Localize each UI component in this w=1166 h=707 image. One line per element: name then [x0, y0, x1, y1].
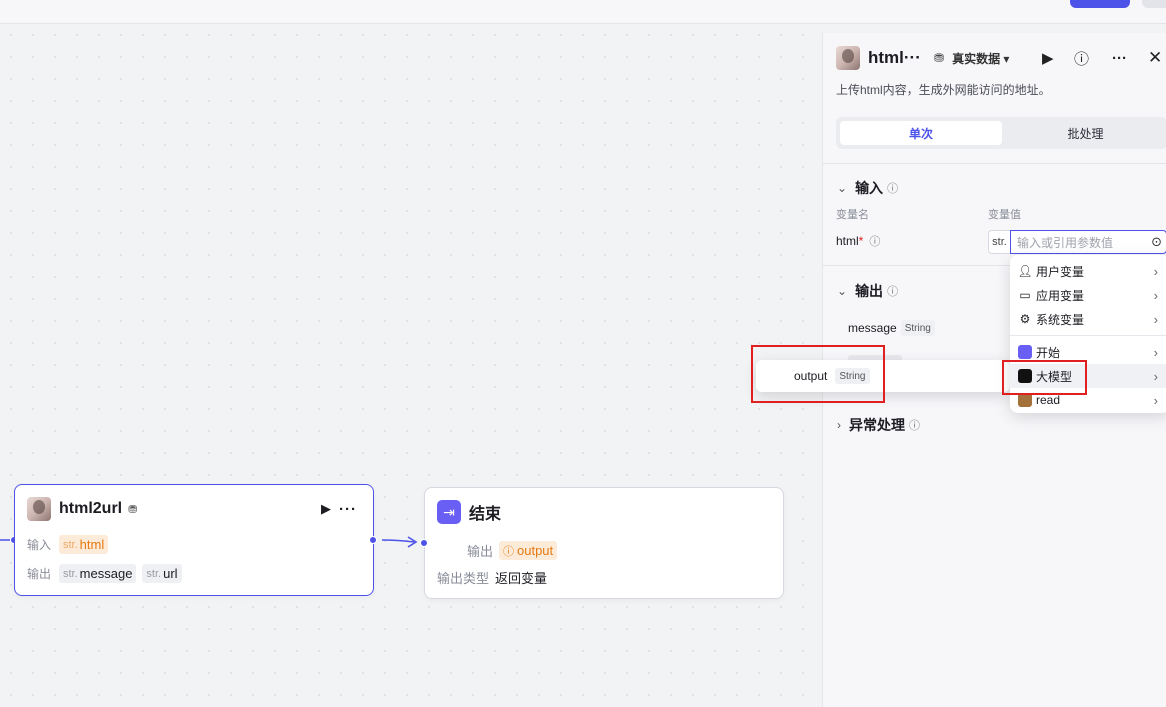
help-icon[interactable]: ⓘ: [1074, 48, 1089, 69]
end-input-port[interactable]: [420, 539, 428, 547]
param-value-input[interactable]: 输入或引用参数值 ⊙: [1010, 230, 1166, 254]
highlight-box-llm: [1002, 360, 1087, 395]
output-section-header[interactable]: ⌄ 输出 ⓘ: [837, 281, 898, 301]
plugin-avatar: [836, 46, 860, 70]
chevron-right-icon: ›: [1153, 368, 1158, 384]
chevron-down-icon: ⌄: [837, 284, 848, 298]
info-icon: ⓘ: [909, 420, 920, 432]
data-mode-select[interactable]: 真实数据 ▾: [952, 50, 1009, 67]
workflow-canvas[interactable]: [0, 24, 822, 707]
node-title: 结束: [469, 506, 502, 523]
end-node[interactable]: ⇥ 结束 输出 ⓘ output 输出类型 返回变量: [424, 487, 784, 599]
chevron-down-icon: ⌄: [837, 181, 848, 195]
input-label: 输入: [27, 538, 52, 552]
info-icon: ⓘ: [887, 183, 899, 195]
input-tag-html: str. html: [59, 535, 109, 554]
chevron-right-icon: ›: [1153, 344, 1158, 360]
chevron-right-icon: ›: [1153, 311, 1158, 327]
user-icon: 👤︎: [1017, 264, 1033, 278]
gear-icon: ⚙: [1019, 312, 1031, 326]
input-section-header[interactable]: ⌄ 输入 ⓘ: [837, 178, 898, 198]
panel-title: html···: [868, 48, 921, 67]
publish-button[interactable]: [1070, 0, 1130, 8]
chevron-right-icon: ›: [1153, 287, 1158, 303]
html2url-node[interactable]: html2url ⛃ ▶ ··· 输入 str. html 输出 str. mess…: [14, 484, 374, 596]
chevron-right-icon: ›: [1153, 392, 1158, 408]
more-icon[interactable]: ···: [1112, 50, 1127, 67]
divider: [1010, 335, 1166, 336]
output-type-label: 输出类型: [437, 571, 490, 586]
read-node-icon: [1018, 393, 1032, 407]
chevron-right-icon: ›: [1153, 263, 1158, 279]
tab-single[interactable]: 单次: [840, 121, 1002, 145]
dropdown-item-app-vars[interactable]: ▭ 应用变量 ›: [1010, 283, 1166, 307]
dropdown-item-system-vars[interactable]: ⚙ 系统变量 ›: [1010, 307, 1166, 331]
variable-ref-icon[interactable]: ⊙: [1151, 234, 1162, 250]
chevron-right-icon: ›: [837, 418, 841, 432]
node-title: html2url: [59, 500, 123, 517]
more-icon[interactable]: ···: [339, 501, 357, 518]
plugin-avatar: [27, 497, 51, 521]
divider: [823, 163, 1166, 164]
output-tag: ⓘ output: [499, 541, 558, 560]
run-icon[interactable]: ▶: [1042, 49, 1054, 67]
param-html-label: html * ⓘ: [836, 234, 881, 248]
param-html-value-field: str. 输入或引用参数值 ⊙: [988, 230, 1166, 254]
type-prefix: str.: [988, 230, 1010, 254]
exception-section-header[interactable]: › 异常处理 ⓘ: [837, 415, 920, 435]
output-field-message: message String: [848, 320, 941, 336]
close-icon[interactable]: ✕: [1148, 48, 1162, 68]
folder-icon: ▭: [1019, 288, 1031, 302]
connection-edge: [381, 536, 418, 548]
html2url-output-port[interactable]: [369, 536, 377, 544]
top-toolbar: [0, 0, 1166, 24]
type-tag: String: [900, 320, 935, 336]
secondary-button[interactable]: [1142, 0, 1166, 8]
end-node-icon: ⇥: [437, 500, 461, 524]
info-icon: ⓘ: [869, 236, 881, 248]
output-label: 输出: [466, 544, 493, 559]
output-tag-message: str. message: [59, 564, 137, 583]
output-type-value: 返回变量: [495, 571, 548, 586]
run-icon[interactable]: ▶: [321, 501, 331, 517]
robot-icon: ⛃: [934, 51, 945, 65]
highlight-box-output: [751, 345, 885, 403]
warning-icon: ⓘ: [503, 545, 514, 558]
output-tag-url: str. url: [142, 564, 182, 583]
var-name-col-label: 变量名: [836, 209, 869, 221]
run-mode-tabs: 单次 批处理: [836, 117, 1166, 149]
robot-icon: ⛃: [128, 503, 138, 516]
var-value-col-label: 变量值: [988, 209, 1021, 221]
dropdown-item-user-vars[interactable]: 👤︎ 用户变量 ›: [1010, 259, 1166, 283]
info-icon: ⓘ: [887, 286, 899, 298]
panel-description: 上传html内容，生成外网能访问的地址。: [836, 83, 1051, 97]
start-node-icon: [1018, 345, 1032, 359]
tab-batch[interactable]: 批处理: [1004, 121, 1166, 145]
output-label: 输出: [27, 567, 52, 581]
